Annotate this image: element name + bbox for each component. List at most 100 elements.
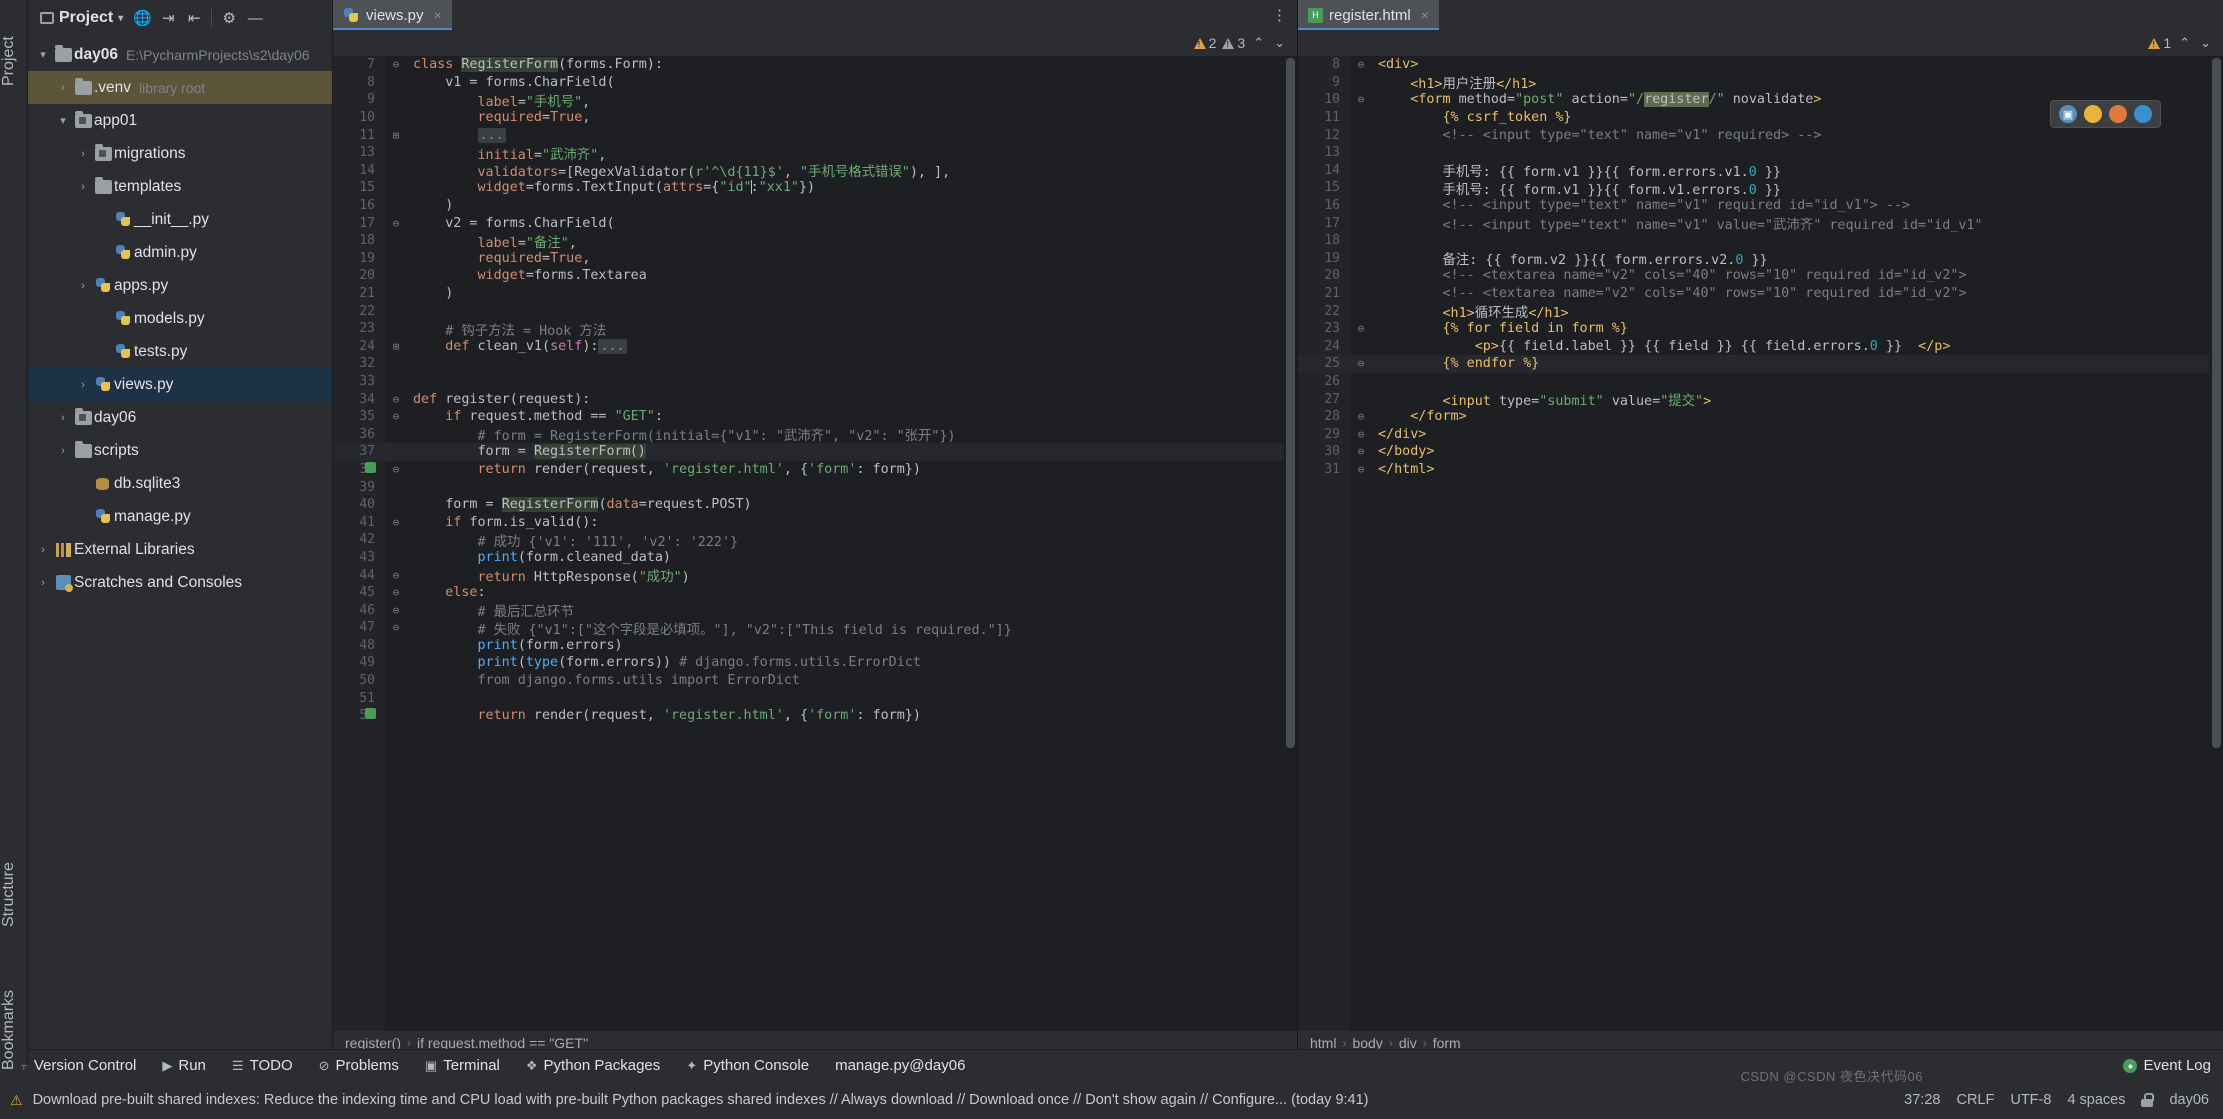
disclosure-arrow-icon[interactable]: ›: [54, 445, 72, 457]
code-line[interactable]: 49 print(type(form.errors)) # django.for…: [333, 654, 1297, 672]
disclosure-arrow-icon[interactable]: ›: [54, 82, 72, 94]
code-line[interactable]: 17 ⊖ v2 = forms.CharField(: [333, 214, 1297, 232]
code-area-left[interactable]: 7 ⊖ class RegisterForm(forms.Form): 8 v1 = …: [333, 56, 1297, 1031]
code-line[interactable]: 47 ⊖ # 失败 {"v1":["这个字段是必填项。"], "v2":["Thi…: [333, 619, 1297, 638]
vertical-scrollbar-right[interactable]: [2212, 58, 2221, 748]
next-problem-icon[interactable]: ⌄: [2198, 35, 2213, 51]
fold-marker-icon[interactable]: ⊖: [385, 463, 407, 476]
tree-node-migrations[interactable]: › migrations: [28, 137, 332, 170]
firefox-icon[interactable]: [2109, 105, 2127, 123]
code-line[interactable]: 37 form = RegisterForm(): [333, 443, 1297, 461]
warning-count[interactable]: 2: [1193, 35, 1216, 51]
code-line[interactable]: 38⊖ return render(request, 'register.htm…: [333, 461, 1297, 479]
disclosure-arrow-icon[interactable]: ▾: [54, 114, 72, 127]
code-line[interactable]: 9 <h1>用户注册</h1>: [1298, 74, 2223, 93]
browser-preview-toolbar[interactable]: ▣: [2050, 100, 2161, 128]
code-line[interactable]: 22: [333, 302, 1297, 320]
code-line[interactable]: 10 required=True,: [333, 109, 1297, 127]
code-line[interactable]: 39: [333, 478, 1297, 496]
code-line[interactable]: 8 ⊖ <div>: [1298, 56, 2223, 74]
browser-preview-icon[interactable]: ▣: [2059, 105, 2077, 123]
code-line[interactable]: 17 <!-- <input type="text" name="v1" val…: [1298, 214, 2223, 234]
project-tree[interactable]: ▾ day06 E:\PycharmProjects\s2\day06 › .venv l…: [28, 36, 332, 1065]
fold-marker-icon[interactable]: ⊖: [385, 217, 407, 230]
strip-project-label[interactable]: Project: [0, 6, 28, 116]
prev-problem-icon[interactable]: ⌃: [2177, 35, 2192, 51]
indent-setting[interactable]: 4 spaces: [2067, 1092, 2125, 1108]
tree-node-day06[interactable]: › day06: [28, 401, 332, 434]
code-line[interactable]: 28 ⊖ </form>: [1298, 408, 2223, 426]
fold-marker-icon[interactable]: ⊖: [1350, 463, 1372, 476]
code-line[interactable]: 25 ⊖ {% endfor %}: [1298, 355, 2223, 373]
code-line[interactable]: 36 # form = RegisterForm(initial={"v1": …: [333, 425, 1297, 445]
code-line[interactable]: 11 ⊞ ...: [333, 126, 1297, 144]
disclosure-arrow-icon[interactable]: ›: [74, 280, 92, 292]
git-branch[interactable]: day06: [2169, 1092, 2209, 1108]
fold-marker-icon[interactable]: ⊖: [1350, 322, 1372, 335]
code-line[interactable]: 16 ): [333, 197, 1297, 215]
code-line[interactable]: 22 <h1>循环生成</h1>: [1298, 302, 2223, 322]
tree-node-apps-py[interactable]: › apps.py: [28, 269, 332, 302]
fold-marker-icon[interactable]: ⊖: [385, 621, 407, 634]
code-line[interactable]: 15 手机号: {{ form.v1 }}{{ form.v1.errors.0…: [1298, 179, 2223, 198]
tree-node-templates[interactable]: › templates: [28, 170, 332, 203]
code-line[interactable]: 16 <!-- <input type="text" name="v1" req…: [1298, 197, 2223, 215]
tool-window-button-todo[interactable]: ☰ TODO: [220, 1053, 305, 1078]
code-line[interactable]: 30 ⊖ </body>: [1298, 443, 2223, 461]
tool-window-button-run[interactable]: ▶ Run: [150, 1053, 218, 1078]
fold-marker-icon[interactable]: ⊖: [1350, 93, 1372, 106]
tab-views-py[interactable]: views.py ×: [333, 0, 452, 30]
status-message[interactable]: Download pre-built shared indexes: Reduc…: [33, 1092, 1369, 1108]
weak-warning-count[interactable]: 3: [1222, 35, 1245, 51]
code-line[interactable]: 48 print(form.errors): [333, 637, 1297, 655]
code-line[interactable]: 31 ⊖ </html>: [1298, 461, 2223, 479]
tree-node--venv[interactable]: › .venv library root: [28, 71, 332, 104]
encoding[interactable]: UTF-8: [2010, 1092, 2051, 1108]
code-line[interactable]: 8 v1 = forms.CharField(: [333, 74, 1297, 92]
tool-window-button-problems[interactable]: ⊘ Problems: [307, 1053, 411, 1078]
disclosure-arrow-icon[interactable]: ›: [34, 577, 52, 589]
tab-options-icon[interactable]: ⋮: [1262, 0, 1297, 30]
disclosure-arrow-icon[interactable]: ›: [74, 148, 92, 160]
code-line[interactable]: 18 label="备注",: [333, 232, 1297, 251]
code-line[interactable]: 20 widget=forms.Textarea: [333, 267, 1297, 285]
code-line[interactable]: 23 # 钩子方法 = Hook 方法: [333, 320, 1297, 339]
code-line[interactable]: 27 <input type="submit" value="提交">: [1298, 390, 2223, 410]
fold-marker-icon[interactable]: ⊖: [385, 393, 407, 406]
tree-node-manage-py[interactable]: manage.py: [28, 500, 332, 533]
tree-node-scratches-and-consoles[interactable]: › Scratches and Consoles: [28, 566, 332, 599]
code-line[interactable]: 33: [333, 373, 1297, 391]
expand-icon[interactable]: ⇤: [181, 5, 207, 31]
marker-rail-right[interactable]: [2209, 56, 2223, 1031]
code-line[interactable]: 35 ⊖ if request.method == "GET":: [333, 408, 1297, 426]
code-line[interactable]: 15 widget=forms.TextInput(attrs={"id":"x…: [333, 179, 1297, 197]
code-line[interactable]: 21 <!-- <textarea name="v2" cols="40" ro…: [1298, 285, 2223, 303]
tree-node-models-py[interactable]: models.py: [28, 302, 332, 335]
fold-marker-icon[interactable]: ⊞: [385, 340, 407, 353]
fold-marker-icon[interactable]: ⊖: [385, 586, 407, 599]
fold-marker-icon[interactable]: ⊖: [1350, 445, 1372, 458]
tree-node-app01[interactable]: ▾ app01: [28, 104, 332, 137]
vertical-scrollbar-left[interactable]: [1286, 58, 1295, 748]
code-line[interactable]: 32: [333, 355, 1297, 373]
code-line[interactable]: 19 required=True,: [333, 250, 1297, 268]
fold-marker-icon[interactable]: ⊖: [385, 516, 407, 529]
line-separator[interactable]: CRLF: [1956, 1092, 1994, 1108]
disclosure-arrow-icon[interactable]: ›: [74, 379, 92, 391]
code-line[interactable]: 14 validators=[RegexValidator(r'^\d{11}$…: [333, 162, 1297, 181]
code-line[interactable]: 24 <p>{{ field.label }} {{ field }} {{ f…: [1298, 338, 2223, 356]
tree-node-admin-py[interactable]: admin.py: [28, 236, 332, 269]
tree-node-day06[interactable]: ▾ day06 E:\PycharmProjects\s2\day06: [28, 38, 332, 71]
code-line[interactable]: 18: [1298, 232, 2223, 250]
code-line[interactable]: 21 ): [333, 285, 1297, 303]
fold-marker-icon[interactable]: ⊖: [1350, 428, 1372, 441]
code-line[interactable]: 9 label="手机号",: [333, 91, 1297, 110]
code-line[interactable]: 41 ⊖ if form.is_valid():: [333, 513, 1297, 531]
disclosure-arrow-icon[interactable]: ›: [54, 412, 72, 424]
fold-marker-icon[interactable]: ⊖: [385, 410, 407, 423]
code-line[interactable]: 42 # 成功 {'v1': '111', 'v2': '222'}: [333, 531, 1297, 550]
fold-marker-icon[interactable]: ⊖: [385, 569, 407, 582]
code-line[interactable]: 34 ⊖ def register(request):: [333, 390, 1297, 408]
close-icon[interactable]: ×: [434, 7, 442, 23]
tool-window-button-manage-py-day06[interactable]: manage.py@day06: [823, 1053, 977, 1078]
